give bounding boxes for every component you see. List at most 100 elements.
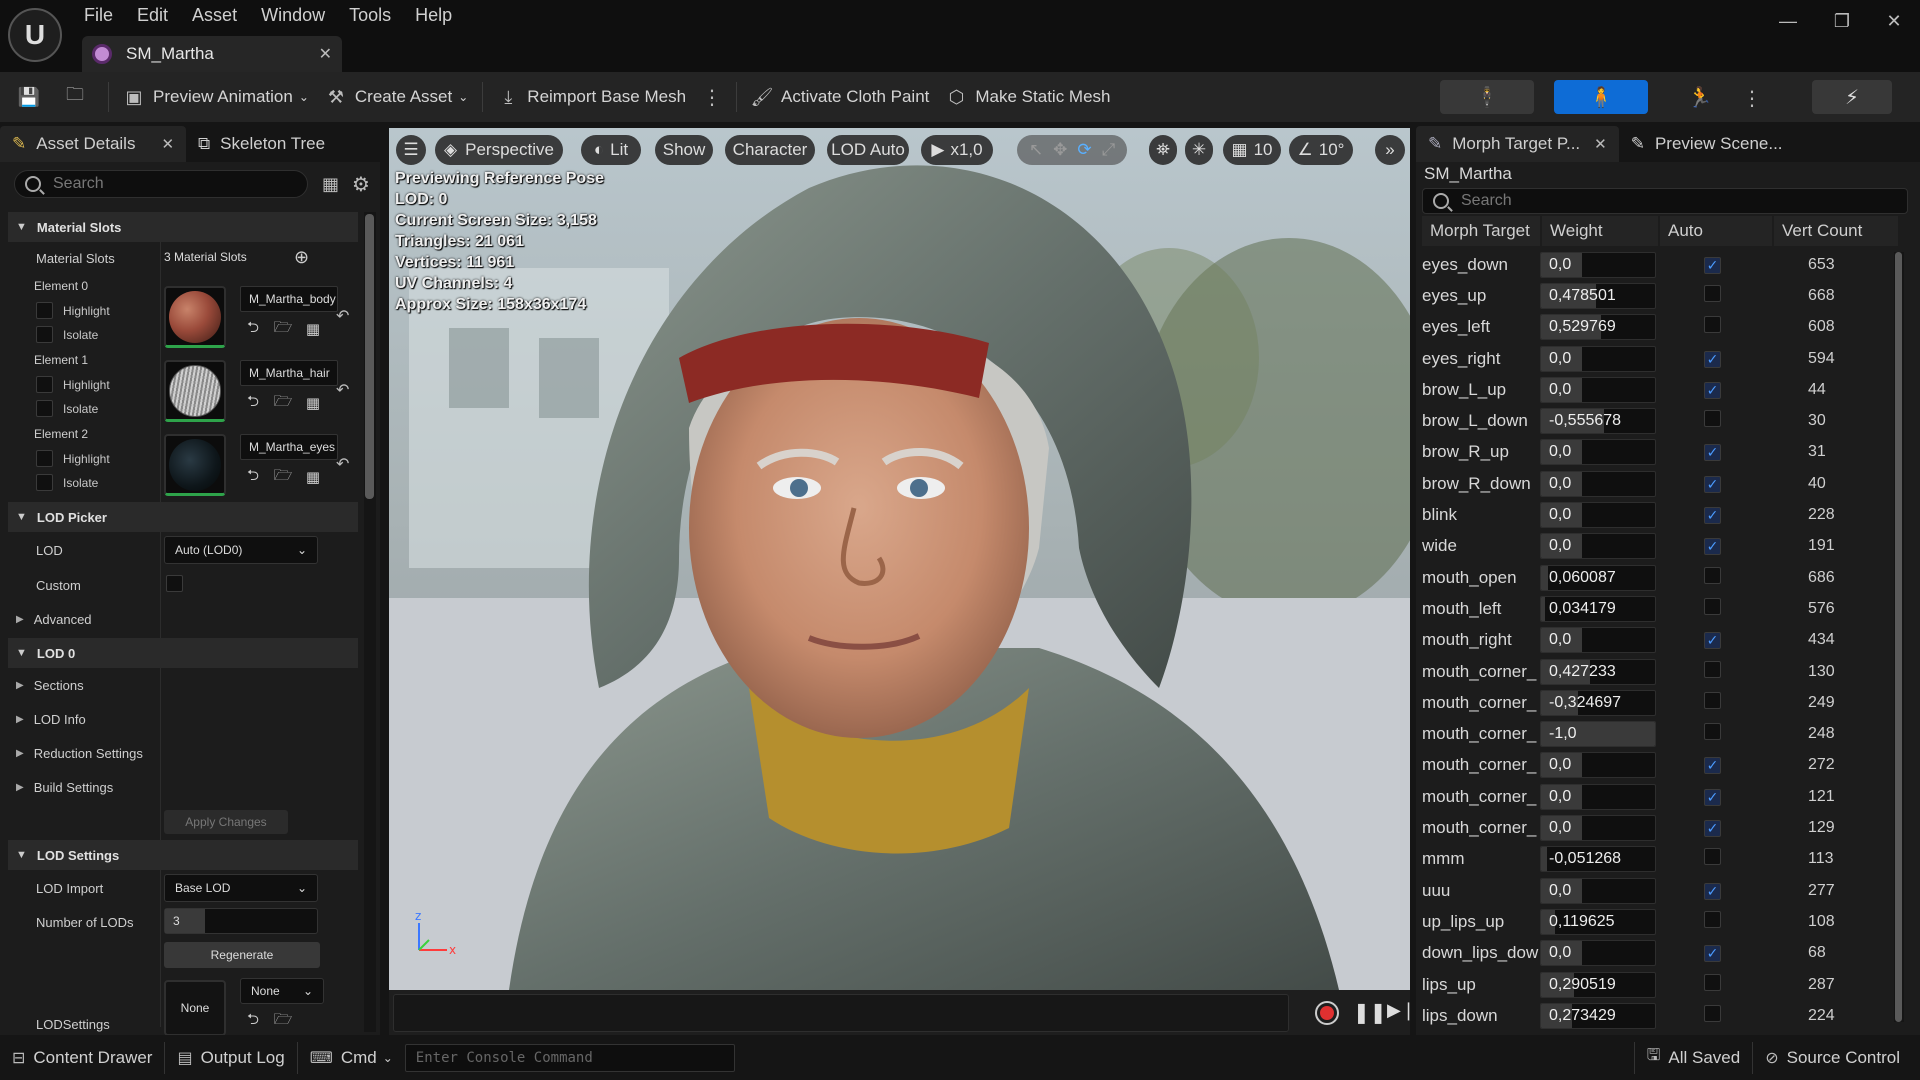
morph-weight-slider[interactable]: 0,0 xyxy=(1540,376,1656,403)
morph-weight-slider[interactable]: 0,0 xyxy=(1540,752,1656,779)
tab-skeleton-tree[interactable]: ⧉ Skeleton Tree xyxy=(186,126,337,162)
menu-file[interactable]: File xyxy=(72,0,125,30)
custom-checkbox[interactable] xyxy=(166,575,183,592)
auto-checkbox[interactable] xyxy=(1704,1004,1721,1022)
physics-mode-button[interactable]: ⚡ xyxy=(1812,80,1892,114)
morph-weight-slider[interactable]: 0,0 xyxy=(1540,345,1656,372)
morph-weight-slider[interactable]: 0,034179 xyxy=(1540,595,1656,622)
isolate-checkbox[interactable] xyxy=(36,326,53,343)
save-button[interactable]: 💾 xyxy=(10,79,56,115)
auto-checkbox[interactable] xyxy=(1704,757,1721,775)
material-name-field[interactable]: M_Martha_body xyxy=(240,286,338,312)
header-vert-count[interactable]: Vert Count xyxy=(1774,216,1898,246)
morph-target-row[interactable]: lips_up 0,290519 287 xyxy=(1422,969,1902,1000)
output-log-button[interactable]: ▤ Output Log xyxy=(165,1035,296,1080)
close-tab-icon[interactable]: ✕ xyxy=(161,135,174,153)
auto-checkbox[interactable] xyxy=(1704,691,1721,709)
close-tab-icon[interactable]: ✕ xyxy=(1594,135,1607,153)
auto-checkbox[interactable] xyxy=(1704,820,1721,838)
morph-weight-slider[interactable]: 0,0 xyxy=(1540,815,1656,842)
morph-target-row[interactable]: mouth_corner_ -1,0 248 xyxy=(1422,719,1902,750)
step-forward-icon[interactable]: ▶❘ xyxy=(1387,1000,1416,1021)
morph-weight-slider[interactable]: 0,273429 xyxy=(1540,1002,1656,1029)
auto-checkbox[interactable] xyxy=(1704,316,1721,334)
tab-preview-scene[interactable]: ✎ Preview Scene... xyxy=(1619,126,1795,162)
lod-auto-button[interactable]: LOD Auto xyxy=(827,135,909,165)
auto-checkbox[interactable] xyxy=(1704,507,1721,525)
menu-edit[interactable]: Edit xyxy=(125,0,180,30)
menu-window[interactable]: Window xyxy=(249,0,337,30)
morph-target-row[interactable]: mouth_corner_ 0,427233 130 xyxy=(1422,656,1902,687)
morph-target-row[interactable]: up_lips_up 0,119625 108 xyxy=(1422,906,1902,937)
create-asset-button[interactable]: ⚒ Create Asset ⌄ xyxy=(317,79,476,115)
morph-target-row[interactable]: brow_R_up 0,0 31 xyxy=(1422,437,1902,468)
sections-row[interactable]: ▶ Sections xyxy=(8,672,358,698)
morph-target-row[interactable]: brow_R_down 0,0 40 xyxy=(1422,468,1902,499)
section-material-slots[interactable]: ▼ Material Slots xyxy=(8,212,358,242)
material-thumbnail[interactable] xyxy=(164,360,226,422)
morph-search-input[interactable]: Search xyxy=(1422,188,1908,214)
auto-checkbox[interactable] xyxy=(1704,566,1721,584)
rotate-icon[interactable]: ⟳ xyxy=(1077,140,1091,160)
perspective-button[interactable]: ◈ Perspective xyxy=(435,135,563,165)
reduction-settings-row[interactable]: ▶ Reduction Settings xyxy=(8,740,358,766)
reset-arrow-icon[interactable]: ↶ xyxy=(336,306,349,326)
angle-snap-button[interactable]: ∠ 10° xyxy=(1289,135,1353,165)
header-weight[interactable]: Weight xyxy=(1542,216,1658,246)
auto-checkbox[interactable] xyxy=(1704,973,1721,991)
morph-weight-slider[interactable]: 0,427233 xyxy=(1540,658,1656,685)
material-thumbnail[interactable] xyxy=(164,434,226,496)
morph-target-row[interactable]: mouth_left 0,034179 576 xyxy=(1422,593,1902,624)
morph-target-row[interactable]: eyes_left 0,529769 608 xyxy=(1422,312,1902,343)
console-input[interactable]: Enter Console Command xyxy=(404,1043,735,1072)
character-button[interactable]: Character xyxy=(725,135,815,165)
morph-target-row[interactable]: lips_down 0,273429 224 xyxy=(1422,1000,1902,1031)
morph-target-row[interactable]: blink 0,0 228 xyxy=(1422,499,1902,530)
local-space-icon[interactable]: ⛯ xyxy=(1149,135,1177,165)
morph-weight-slider[interactable]: 0,0 xyxy=(1540,251,1656,278)
auto-checkbox[interactable] xyxy=(1704,444,1721,462)
checker-icon[interactable]: ▦ xyxy=(302,392,324,414)
scale-icon[interactable]: ⤢ xyxy=(1102,140,1116,160)
engine-logo[interactable]: U xyxy=(8,8,62,62)
section-lod0[interactable]: ▼ LOD 0 xyxy=(8,638,358,668)
auto-checkbox[interactable] xyxy=(1704,475,1721,493)
morph-weight-slider[interactable]: 0,0 xyxy=(1540,627,1656,654)
tab-morph-target-preview[interactable]: ✎ Morph Target P... ✕ xyxy=(1416,126,1619,162)
show-button[interactable]: Show xyxy=(655,135,713,165)
cmd-button[interactable]: ⌨ Cmd ⌄ xyxy=(298,1035,405,1080)
auto-checkbox[interactable] xyxy=(1704,410,1721,428)
morph-target-row[interactable]: mouth_corner_ -0,324697 249 xyxy=(1422,687,1902,718)
auto-checkbox[interactable] xyxy=(1704,350,1721,368)
auto-checkbox[interactable] xyxy=(1704,723,1721,741)
morph-target-row[interactable]: uuu 0,0 277 xyxy=(1422,875,1902,906)
section-lod-settings[interactable]: ▼ LOD Settings xyxy=(8,840,358,870)
browse-folder-icon[interactable]: 🗁 xyxy=(272,1010,294,1032)
close-tab-icon[interactable]: ✕ xyxy=(319,44,332,64)
use-selected-icon[interactable]: ⮌ xyxy=(242,466,264,488)
morph-weight-slider[interactable]: 0,0 xyxy=(1540,783,1656,810)
mesh-mode-button[interactable]: 🧍 xyxy=(1554,80,1648,114)
use-selected-icon[interactable]: ⮌ xyxy=(242,318,264,340)
timeline-track[interactable] xyxy=(393,994,1289,1032)
details-search-input[interactable]: Search xyxy=(14,170,308,198)
gear-icon[interactable]: ⚙ xyxy=(352,172,370,197)
all-saved-button[interactable]: 🖫 All Saved xyxy=(1635,1035,1752,1080)
grid-snap-button[interactable]: ▦ 10 xyxy=(1223,135,1281,165)
cloth-paint-button[interactable]: 🖌 Activate Cloth Paint xyxy=(743,79,937,115)
advanced-row[interactable]: ▶ Advanced xyxy=(8,606,358,632)
menu-tools[interactable]: Tools xyxy=(337,0,403,30)
morph-target-row[interactable]: mouth_open 0,060087 686 xyxy=(1422,562,1902,593)
build-settings-row[interactable]: ▶ Build Settings xyxy=(8,774,358,800)
morph-weight-slider[interactable]: 0,0 xyxy=(1540,502,1656,529)
viewport[interactable]: z x ☰ ◈ Perspective ◐ Lit Show Character L… xyxy=(389,128,1410,990)
reimport-options-icon[interactable]: ⋮ xyxy=(694,85,730,110)
morph-weight-slider[interactable]: 0,0 xyxy=(1540,439,1656,466)
use-selected-icon[interactable]: ⮌ xyxy=(242,392,264,414)
morph-target-row[interactable]: brow_L_up 0,0 44 xyxy=(1422,374,1902,405)
material-thumbnail[interactable] xyxy=(164,286,226,348)
highlight-checkbox[interactable] xyxy=(36,376,53,393)
lod-dropdown[interactable]: Auto (LOD0) ⌄ xyxy=(164,536,318,564)
isolate-checkbox[interactable] xyxy=(36,474,53,491)
lod-settings-thumbnail[interactable]: None xyxy=(164,980,226,1036)
